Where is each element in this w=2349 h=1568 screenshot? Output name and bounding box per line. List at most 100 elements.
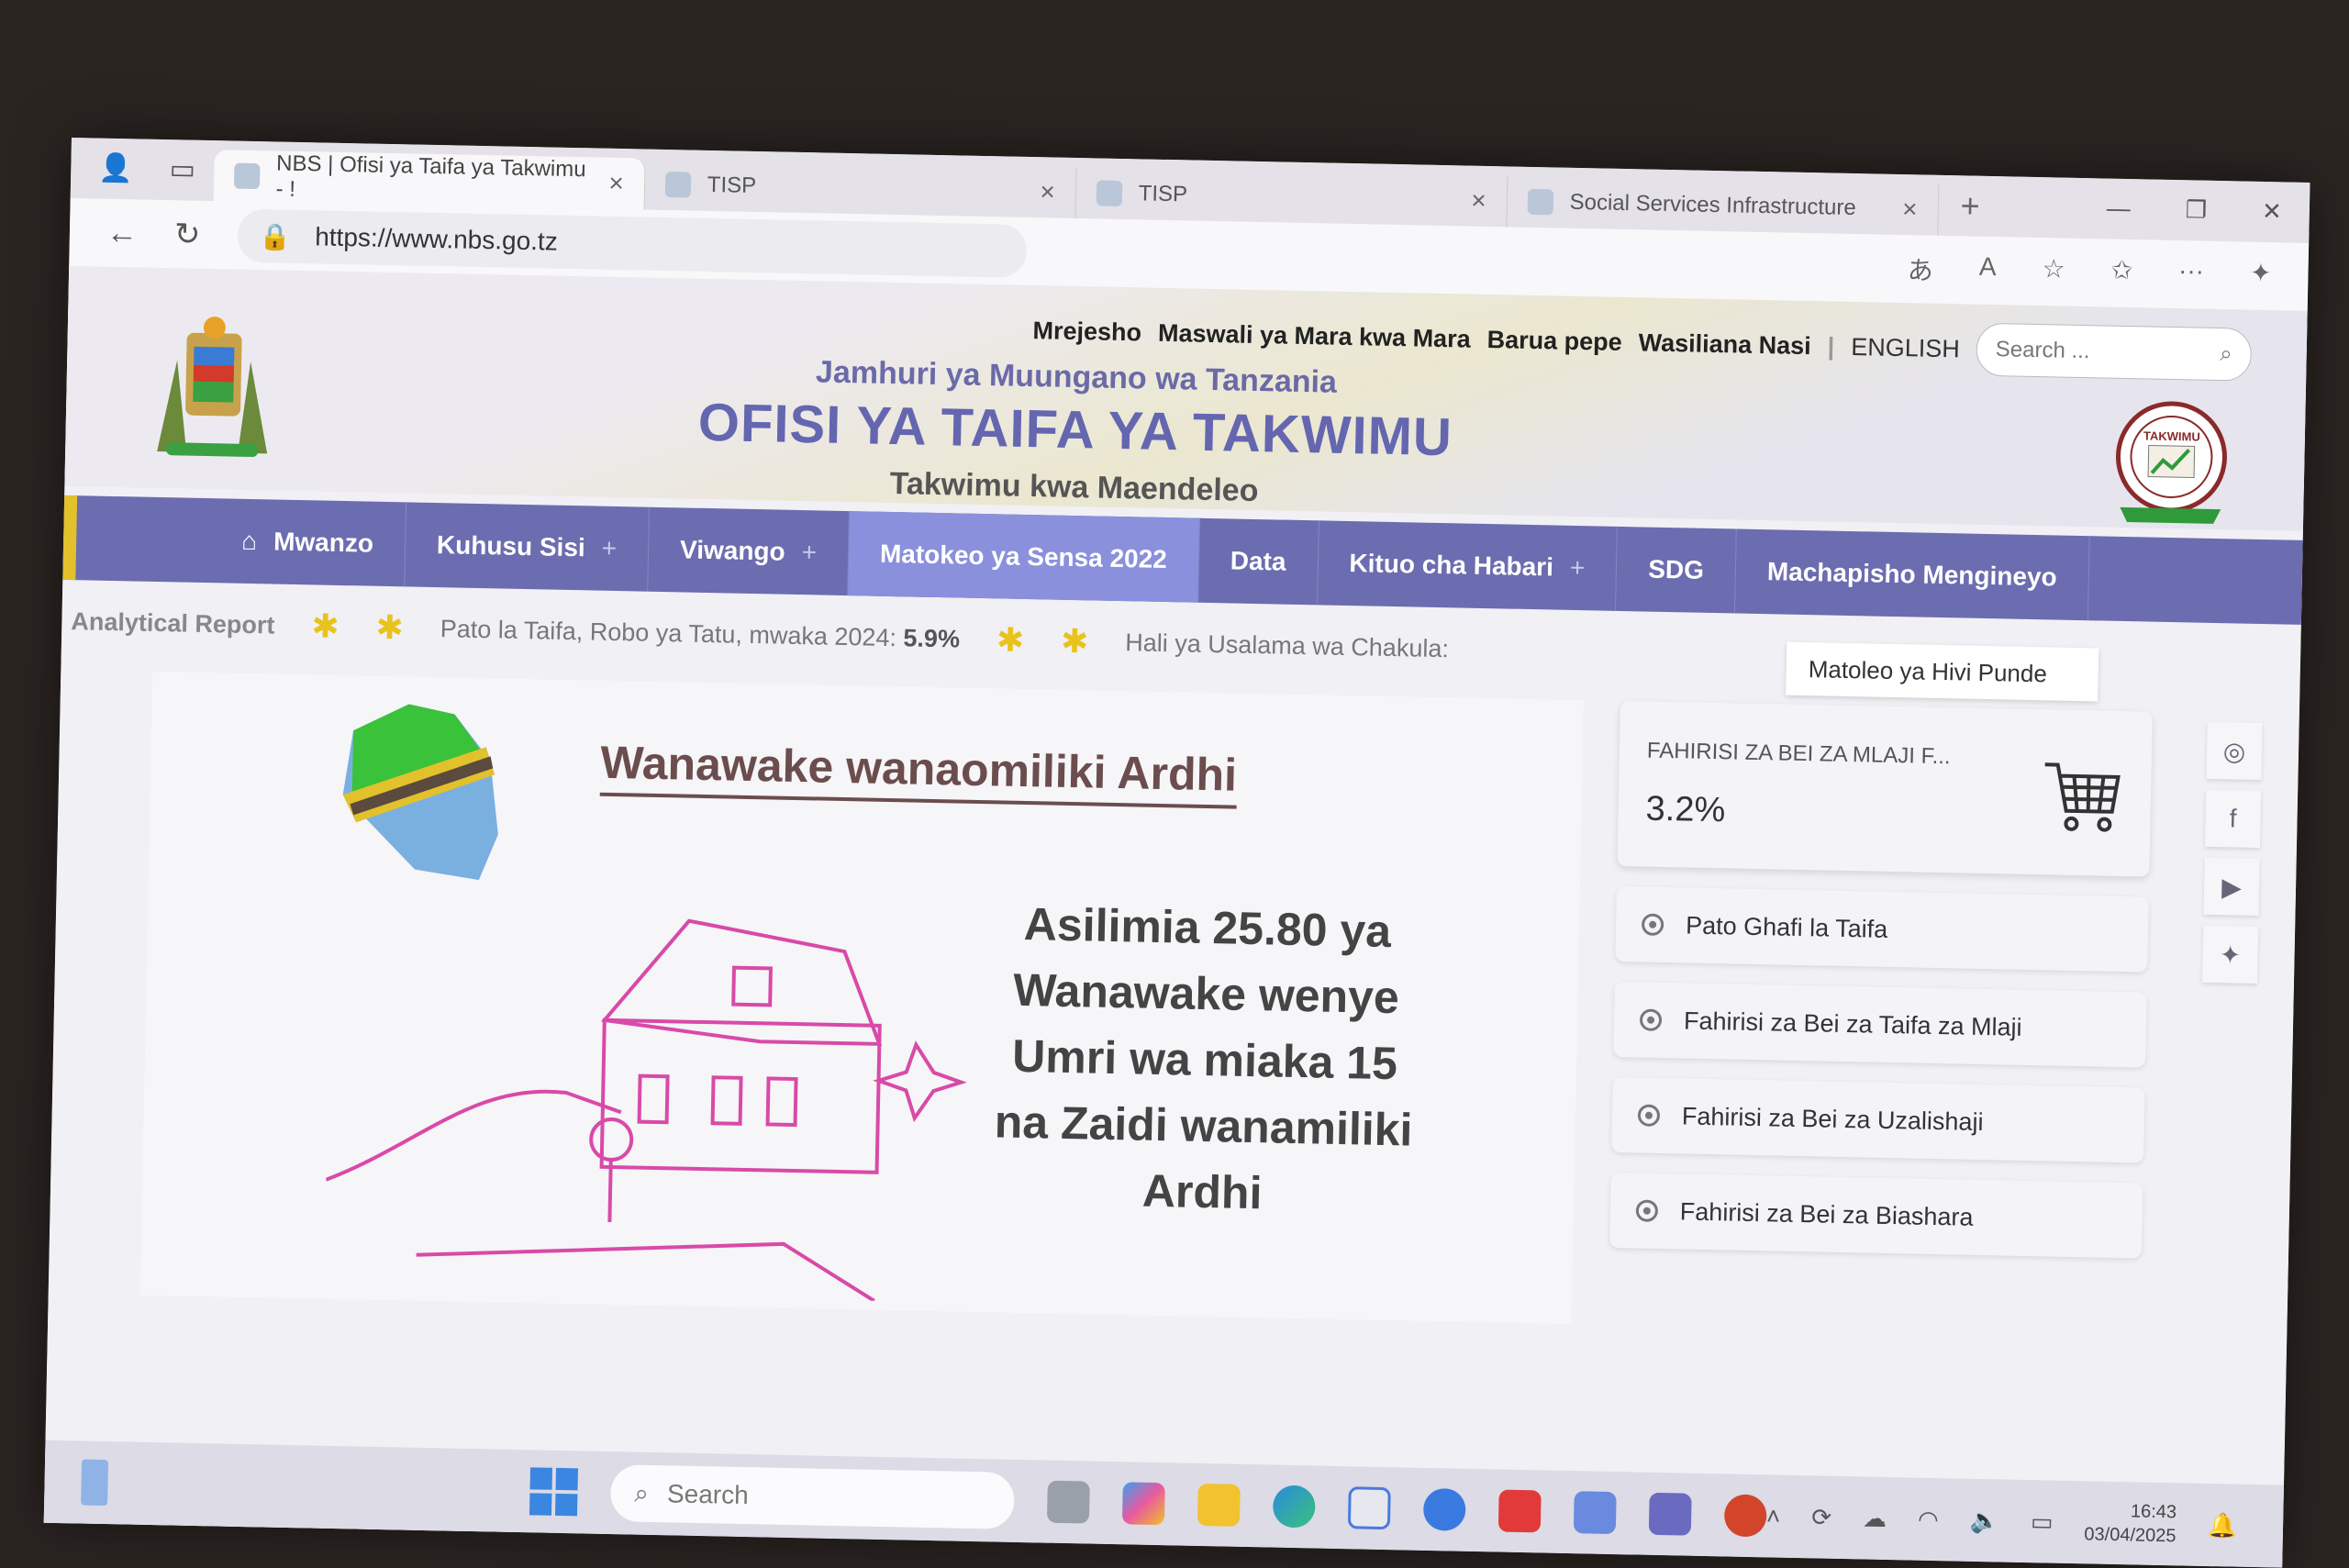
powerpoint-icon[interactable] <box>1723 1494 1767 1538</box>
nav-data[interactable]: Data <box>1197 517 1319 606</box>
banner-text: Asilimia 25.80 ya Wanawake wenye Umri wa… <box>994 898 1413 1219</box>
read-aloud-icon[interactable]: A <box>1978 252 1997 289</box>
search-icon[interactable]: ⌕ <box>2220 341 2232 367</box>
nav-label: Viwango <box>679 535 786 566</box>
refresh-icon[interactable]: ↻ <box>174 216 201 253</box>
wifi-icon[interactable]: ◠ <box>1918 1505 1939 1533</box>
tab-tisp-2[interactable]: TISP × <box>1075 166 1508 228</box>
nav-machapisho[interactable]: Machapisho Mengineyo <box>1734 528 2090 621</box>
site-search-input[interactable]: Search ... ⌕ <box>1976 322 2253 382</box>
url-text: https://www.nbs.go.tz <box>314 222 559 256</box>
divider: | <box>1827 331 1835 361</box>
ticker-item[interactable]: Analytical Report <box>71 607 275 639</box>
nav-kituo-cha-habari[interactable]: Kituo cha Habari + <box>1317 520 1619 611</box>
banner-title: Wanawake wanaomiliki Ardhi <box>599 735 1238 809</box>
sidebar-link-bei-mlaji[interactable]: Fahirisi za Bei za Taifa za Mlaji <box>1613 981 2147 1068</box>
favorites-icon[interactable]: ✩ <box>2110 255 2132 292</box>
facebook-icon[interactable]: f <box>2204 789 2262 849</box>
link-faq[interactable]: Maswali ya Mara kwa Mara <box>1158 318 1471 353</box>
restore-icon[interactable]: ❐ <box>2185 195 2207 224</box>
onedrive-icon[interactable]: ☁ <box>1863 1504 1887 1533</box>
latest-releases-label[interactable]: Matoleo ya Hivi Punde <box>1786 641 2099 702</box>
translate-icon[interactable]: あ <box>1907 250 1933 288</box>
link-contact[interactable]: Wasiliana Nasi <box>1638 328 1811 361</box>
tab-tisp-1[interactable]: TISP × <box>644 158 1077 218</box>
help-icon[interactable] <box>1422 1487 1466 1531</box>
link-mrejesho[interactable]: Mrejesho <box>1032 317 1141 347</box>
monitor-app-icon[interactable] <box>1573 1491 1617 1535</box>
back-icon[interactable]: ← <box>106 215 139 251</box>
window-close-icon[interactable]: ✕ <box>2262 197 2282 226</box>
close-icon[interactable]: × <box>1471 186 1486 216</box>
task-view-icon[interactable] <box>1046 1480 1090 1524</box>
instagram-icon[interactable]: ◎ <box>2206 721 2263 781</box>
nav-label: Machapisho Mengineyo <box>1766 557 2057 592</box>
link-email[interactable]: Barua pepe <box>1486 326 1622 357</box>
sidebar-link-bei-biashara[interactable]: Fahirisi za Bei za Biashara <box>1609 1172 2143 1259</box>
favorite-star-icon[interactable]: ☆ <box>2042 253 2065 290</box>
ticker-item[interactable]: Pato la Taifa, Robo ya Tatu, mwaka 2024:… <box>440 615 960 653</box>
tab-label: TISP <box>707 172 757 198</box>
twitter-icon[interactable]: ✦ <box>2201 925 2259 984</box>
new-tab-button[interactable]: + <box>1938 186 2002 237</box>
tab-nbs[interactable]: NBS | Ofisi ya Taifa ya Takwimu - ! × <box>213 150 646 210</box>
edge-browser-icon[interactable] <box>1272 1485 1316 1529</box>
sidebar-toggle-icon[interactable]: ▭ <box>169 153 195 186</box>
taskbar-search[interactable]: ⌕ Search <box>609 1464 1015 1529</box>
motto: Takwimu kwa Maendeleo <box>889 465 1259 509</box>
tab-label: TISP <box>1138 181 1188 207</box>
sidebar-link-bei-uzalishaji[interactable]: Fahirisi za Bei za Uzalishaji <box>1611 1076 2145 1163</box>
copilot-app-icon[interactable] <box>1121 1482 1165 1526</box>
close-icon[interactable]: × <box>608 169 624 198</box>
system-tray: ˄ ⟳ ☁ ◠ 🔈 ▭ 16:43 03/04/2025 🔔 <box>1766 1492 2284 1550</box>
youtube-icon[interactable]: ▶ <box>2203 857 2260 917</box>
tab-social-services[interactable]: Social Services Infrastructure × <box>1507 175 1940 236</box>
logo-text: TAKWIMU <box>2143 428 2200 443</box>
more-icon[interactable]: ··· <box>2178 256 2205 294</box>
ticker-item[interactable]: Hali ya Usalama wa Chakula: <box>1125 628 1449 663</box>
store-icon[interactable] <box>1347 1486 1391 1530</box>
widgets-icon[interactable] <box>81 1459 108 1507</box>
language-switch[interactable]: ENGLISH <box>1851 332 1960 362</box>
battery-icon[interactable]: ▭ <box>2031 1507 2054 1536</box>
sync-icon[interactable]: ⟳ <box>1811 1503 1831 1531</box>
nav-viwango[interactable]: Viwango + <box>648 506 850 596</box>
nav-label: Kuhusu Sisi <box>436 530 586 562</box>
sidebar-link-label: Fahirisi za Bei za Taifa za Mlaji <box>1683 1006 2022 1041</box>
volume-icon[interactable]: 🔈 <box>1969 1506 1999 1535</box>
radio-bullet-icon <box>1635 1199 1659 1222</box>
nav-label: SDG <box>1647 554 1705 584</box>
house-key-illustration <box>325 918 967 1303</box>
coat-of-arms-icon <box>157 317 268 458</box>
nav-sdg[interactable]: SDG <box>1616 526 1737 614</box>
social-links: ◎ f ▶ ✦ <box>2201 721 2263 984</box>
plus-icon: + <box>601 533 618 563</box>
sidebar-link-pato-ghafi[interactable]: Pato Ghafi la Taifa <box>1615 885 2149 973</box>
nbs-favicon-icon <box>233 162 261 190</box>
plus-icon: + <box>1569 552 1586 583</box>
start-button[interactable] <box>529 1467 578 1517</box>
nav-kuhusu-sisi[interactable]: Kuhusu Sisi + <box>405 502 651 592</box>
teams-icon[interactable] <box>1648 1492 1692 1536</box>
chevron-up-icon[interactable]: ˄ <box>1766 1502 1781 1530</box>
copilot-icon[interactable]: ✦ <box>2250 258 2272 295</box>
search-icon: ⌕ <box>634 1478 650 1507</box>
star-icon: ✱ <box>375 607 405 647</box>
close-icon[interactable]: × <box>1040 177 1055 206</box>
cpi-card[interactable]: FAHIRISI ZA BEI ZA MLAJI F... 3.2% <box>1617 701 2153 877</box>
minimize-icon[interactable]: — <box>2106 195 2132 224</box>
address-bar[interactable]: 🔒 https://www.nbs.go.tz <box>236 208 1027 278</box>
nav-matokeo-sensa[interactable]: Matokeo ya Sensa 2022 <box>848 511 1200 603</box>
hero-banner[interactable]: Wanawake wanaomiliki Ardhi Asilimia 25.8… <box>139 671 1585 1325</box>
site-titles: Jamhuri ya Muungano wa Tanzania OFISI YA… <box>615 350 1535 515</box>
nav-label: Matokeo ya Sensa 2022 <box>879 539 1168 574</box>
nav-mwanzo[interactable]: ⌂ Mwanzo <box>75 495 406 587</box>
close-icon[interactable]: × <box>1902 195 1918 224</box>
notification-bell-icon[interactable]: 🔔 <box>2207 1511 2237 1540</box>
tisp-favicon-icon <box>1096 180 1123 206</box>
nav-label: Mwanzo <box>273 527 374 558</box>
file-explorer-icon[interactable] <box>1197 1483 1241 1527</box>
profile-icon[interactable]: 👤 <box>98 152 133 185</box>
clock[interactable]: 16:43 03/04/2025 <box>2084 1498 2176 1548</box>
security-app-icon[interactable] <box>1497 1489 1542 1533</box>
